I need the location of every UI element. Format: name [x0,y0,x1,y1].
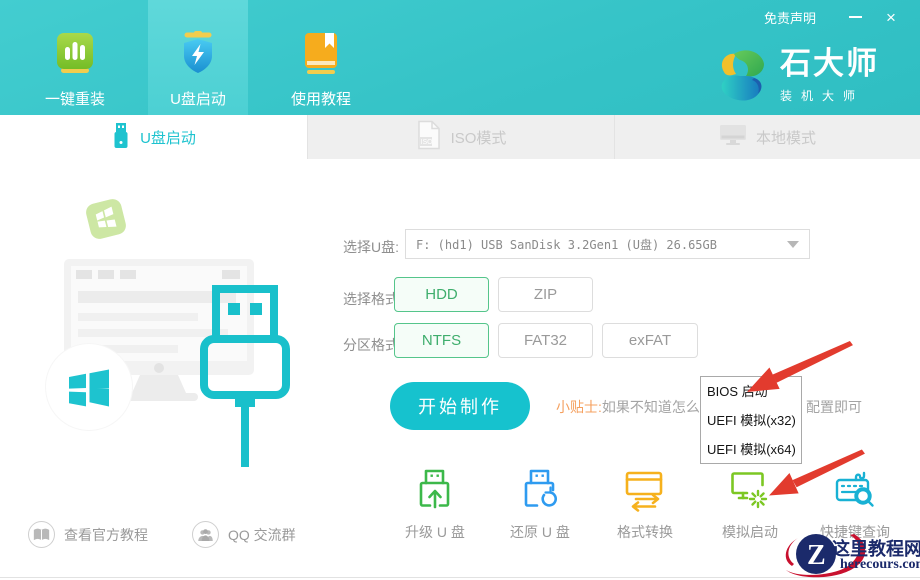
official-tutorial-link[interactable]: 查看官方教程 [28,521,148,548]
tab-local-mode[interactable]: 本地模式 [614,115,920,159]
book-open-icon [28,521,55,548]
tool-restore-usb[interactable]: 还原 U 盘 [495,466,585,542]
nav-item-tutorial[interactable]: 使用教程 [271,0,371,115]
svg-text:Z: Z [807,540,826,571]
partition-option-exfat[interactable]: exFAT [602,323,698,358]
usb-plug-illustration [196,283,296,468]
simulate-boot-icon [727,466,773,512]
usb-upgrade-icon [412,466,458,512]
main-nav: 一键重装 U盘启动 [25,0,371,115]
usb-select-dropdown[interactable]: F: (hd1) USB SanDisk 3.2Gen1 (U盘) 26.65G… [405,229,810,259]
header-bar: 一键重装 U盘启动 [0,0,920,115]
format-convert-icon [622,466,668,512]
nav-item-label: 使用教程 [291,91,351,108]
partition-option-fat32[interactable]: FAT32 [498,323,593,358]
brand-name: 石大师 [780,44,879,84]
watermark-domain: herecours.com [840,557,920,573]
brand-logo-icon [710,44,774,108]
hotkey-search-icon [832,466,878,512]
popup-item-uefi-x32[interactable]: UEFI 模拟(x32) [701,406,801,435]
brand-subtitle: 装机大师 [780,87,879,104]
boot-mode-popup: BIOS 启动 UEFI 模拟(x32) UEFI 模拟(x64) [700,376,802,464]
qq-group-link[interactable]: QQ 交流群 [192,521,296,548]
close-button[interactable]: × [876,4,906,30]
nav-item-usb-boot[interactable]: U盘启动 [148,0,248,115]
windows-flag-badge [46,344,132,430]
nav-item-label: U盘启动 [170,91,226,108]
tab-label: ISO模式 [451,127,507,148]
tool-format-convert[interactable]: 格式转换 [600,466,690,542]
book-icon [298,30,344,76]
tool-upgrade-usb[interactable]: 升级 U 盘 [390,466,480,542]
start-make-button[interactable]: 开始制作 [390,382,530,430]
windows-tile-icon [84,197,128,241]
tab-iso-mode[interactable]: ISO ISO模式 [307,115,614,159]
disclaimer-link[interactable]: 免责声明 [764,8,816,27]
partition-option-ntfs[interactable]: NTFS [394,323,489,358]
site-watermark: Z 这里教程网 herecours.com [778,524,920,580]
format-option-zip[interactable]: ZIP [498,277,593,312]
iso-file-icon: ISO [416,120,442,154]
tool-label: 还原 U 盘 [495,522,585,542]
nav-item-label: 一键重装 [45,91,105,108]
nav-item-reinstall[interactable]: 一键重装 [25,0,125,115]
tab-usb-boot[interactable]: U盘启动 [0,115,307,159]
bar-chart-icon [52,30,98,76]
usb-select-value: F: (hd1) USB SanDisk 3.2Gen1 (U盘) 26.65G… [416,236,787,253]
monitor-icon [719,123,747,151]
usb-restore-icon [517,466,563,512]
tab-label: U盘启动 [140,127,196,148]
usb-select-label: 选择U盘: [343,237,399,257]
tip-left-fragment: 如果不知道怎么 [602,399,700,415]
tip-right-fragment: 配置即可 [806,397,862,417]
footer-link-label: 查看官方教程 [64,525,148,545]
brand-logo: 石大师 装机大师 [710,44,879,108]
tab-label: 本地模式 [756,127,816,148]
shield-bolt-icon [175,30,221,76]
minimize-button[interactable] [840,4,870,30]
usb-stick-icon [111,122,131,153]
tip-text: 小贴士:如果不知道怎么 [556,397,700,417]
brand-logo-text: 石大师 装机大师 [780,44,879,108]
svg-text:ISO: ISO [420,139,433,146]
app-window: 一键重装 U盘启动 [0,0,920,580]
mode-tabbar: U盘启动 ISO ISO模式 本地 [0,115,920,159]
tip-prefix: 小贴士: [556,399,602,415]
popup-item-bios[interactable]: BIOS 启动 [701,377,801,406]
chevron-down-icon [787,241,799,248]
users-icon [192,521,219,548]
format-option-hdd[interactable]: HDD [394,277,489,312]
tool-label: 格式转换 [600,522,690,542]
footer-link-label: QQ 交流群 [228,525,296,545]
titlebar-controls: 免责声明 × [764,0,920,34]
tool-label: 升级 U 盘 [390,522,480,542]
popup-item-uefi-x64[interactable]: UEFI 模拟(x64) [701,435,801,464]
